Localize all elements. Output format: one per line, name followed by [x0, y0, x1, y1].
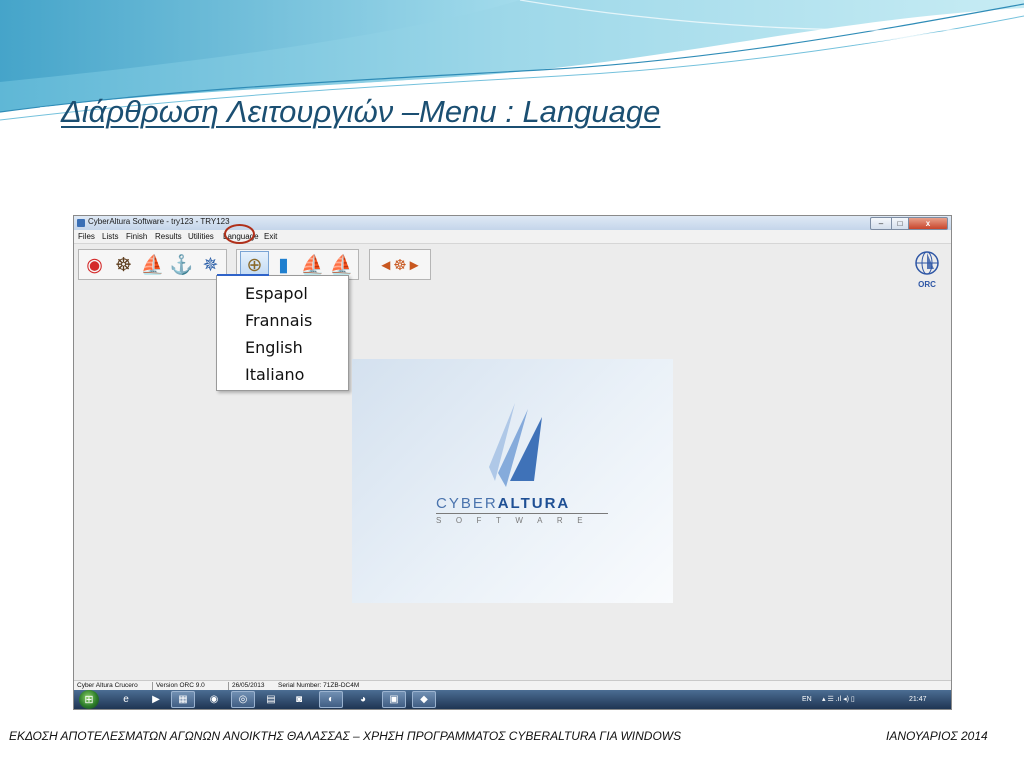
- system-tray-icons[interactable]: ▴ ☰ .ıl ◂) ▯: [822, 690, 855, 709]
- media-taskbar-icon[interactable]: ▶: [144, 691, 168, 708]
- orc-logo-text: ORC: [918, 280, 936, 289]
- lifebuoy-icon[interactable]: ◉: [80, 251, 109, 280]
- menu-files[interactable]: Files: [78, 230, 95, 243]
- menu-lists[interactable]: Lists: [102, 230, 118, 243]
- toolbar-group-navigation: ◄☸►: [369, 249, 431, 280]
- splash-image: CYBERALTURA SOFTWARE: [352, 359, 673, 603]
- powerpoint-taskbar-icon[interactable]: ▣: [382, 691, 406, 708]
- dropdown-accent: [217, 274, 269, 276]
- sailboat-icon[interactable]: ⛵: [138, 251, 167, 280]
- language-dropdown: Espapol Frannais English Italiano: [216, 274, 349, 391]
- footer-date: ΙΑΝΟΥΑΡΙΟΣ 2014: [886, 729, 988, 743]
- brand-part-altura: ALTURA: [497, 495, 571, 512]
- cyberaltura-taskbar-icon[interactable]: ◆: [412, 691, 436, 708]
- chrome-taskbar-icon[interactable]: ◎: [231, 691, 255, 708]
- navigation-arrows-icon[interactable]: ◄☸►: [372, 251, 428, 280]
- anchor-icon[interactable]: ⚓: [167, 251, 196, 280]
- language-option-italiano[interactable]: Italiano: [245, 365, 304, 384]
- slide-title: Διάρθρωση Λειτουργιών –Menu : Language: [61, 94, 661, 129]
- language-indicator[interactable]: EN: [802, 690, 812, 709]
- sail-logo-icon: [489, 403, 542, 487]
- language-option-english[interactable]: English: [245, 338, 303, 357]
- menu-utilities[interactable]: Utilities: [188, 230, 214, 243]
- language-highlight-circle: [224, 224, 255, 244]
- menu-results[interactable]: Results: [155, 230, 182, 243]
- toolbar-group-main: ◉ ☸ ⛵ ⚓ ✵: [78, 249, 227, 280]
- window-titlebar: CyberAltura Software - try123 - TRY123 –…: [74, 216, 951, 230]
- close-button[interactable]: x: [909, 217, 948, 230]
- language-option-espanol[interactable]: Espapol: [245, 284, 308, 303]
- chrome2-taskbar-icon[interactable]: ◕: [351, 691, 375, 708]
- brand-divider: [436, 513, 608, 514]
- maximize-button[interactable]: □: [892, 217, 909, 230]
- ship-wheel-icon[interactable]: ☸: [109, 251, 138, 280]
- brand-wordmark: CYBERALTURA: [436, 495, 570, 512]
- brand-tagline: SOFTWARE: [436, 516, 598, 525]
- start-button[interactable]: ⊞: [79, 690, 99, 709]
- clock[interactable]: 21:47: [909, 690, 927, 709]
- firefox-taskbar-icon[interactable]: ◐: [319, 691, 343, 708]
- ie-taskbar-icon[interactable]: e: [114, 691, 138, 708]
- minimize-button[interactable]: –: [870, 217, 892, 230]
- outlook-taskbar-icon[interactable]: ▤: [259, 691, 283, 708]
- menu-bar: Files Lists Finish Results Utilities Lan…: [74, 230, 951, 244]
- app-taskbar-icon[interactable]: ◉: [202, 691, 226, 708]
- status-separator: [152, 682, 153, 690]
- status-separator: [228, 682, 229, 690]
- app-icon: [77, 219, 85, 227]
- excel-taskbar-icon[interactable]: ◙: [287, 691, 311, 708]
- orc-logo: ORC: [915, 251, 939, 289]
- explorer-taskbar-icon[interactable]: ▦: [171, 691, 195, 708]
- footer-left-text: ΕΚΔΟΣΗ ΑΠΟΤΕΛΕΣΜΑΤΩΝ ΑΓΩΝΩΝ ΑΝΟΙΚΤΗΣ ΘΑΛ…: [9, 729, 682, 743]
- menu-finish[interactable]: Finish: [126, 230, 147, 243]
- window-title: CyberAltura Software - try123 - TRY123: [88, 217, 230, 226]
- window-controls: – □ x: [870, 217, 948, 230]
- windows-taskbar: ⊞ e ▶ ▦ ◉ ◎ ▤ ◙ ◐ ◕ ▣ ◆ EN ▴ ☰ .ıl ◂) ▯ …: [74, 690, 951, 709]
- brand-part-cyber: CYBER: [436, 495, 498, 512]
- app-screenshot: CyberAltura Software - try123 - TRY123 –…: [73, 215, 952, 710]
- language-option-francais[interactable]: Frannais: [245, 311, 312, 330]
- menu-exit[interactable]: Exit: [264, 230, 277, 243]
